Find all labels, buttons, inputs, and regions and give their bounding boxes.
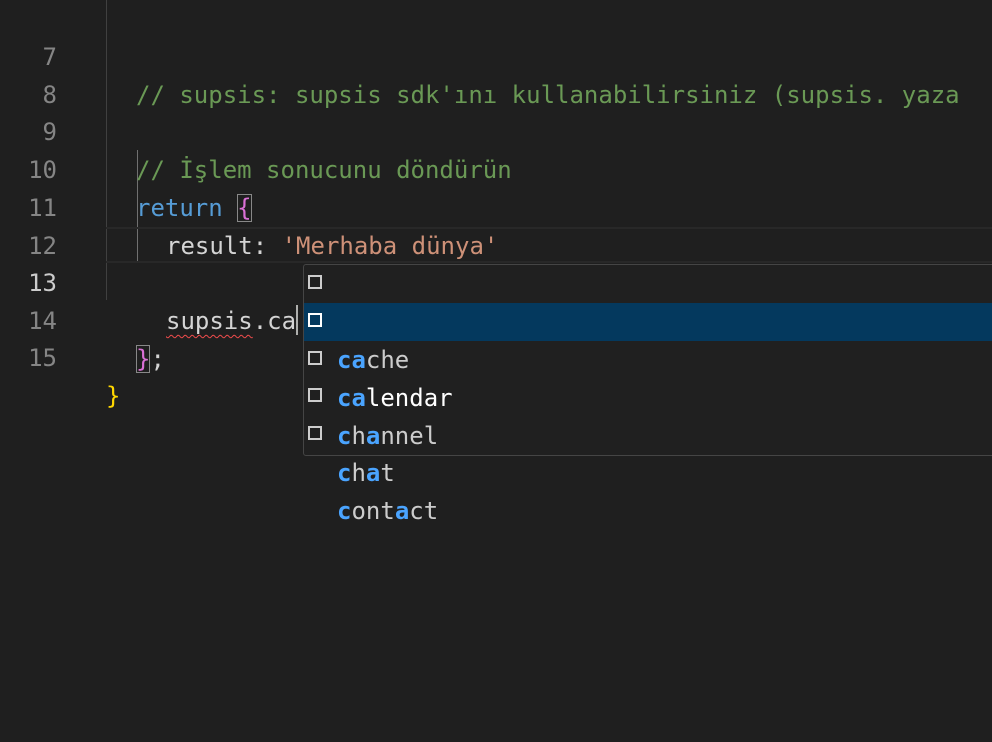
code-line[interactable]: 7 // supsis: supsis sdk'ını kullanabilir… (0, 0, 992, 109)
property-box-icon (308, 275, 322, 289)
code-line[interactable]: 9 // İşlem sonucunu döndürün (0, 75, 992, 184)
property-box-icon (308, 426, 322, 440)
close-brace: } (106, 382, 121, 410)
code-line[interactable]: 11 result: 'Merhaba dünya' (0, 151, 992, 260)
property-box-icon (308, 313, 322, 327)
code-line[interactable]: 10 return { (0, 113, 992, 222)
code-content: }; (136, 340, 165, 378)
code-line-active[interactable]: 13 supsis.ca (0, 226, 992, 335)
suggestion-item-chat[interactable]: chat (304, 378, 992, 487)
code-editor[interactable]: 7 // supsis: supsis sdk'ını kullanabilir… (0, 0, 992, 742)
suggestion-item-cache[interactable]: cache (304, 265, 992, 374)
property-box-icon (308, 351, 322, 365)
semicolon: ; (150, 345, 165, 373)
code-line[interactable]: 8 (0, 38, 992, 109)
property-box-icon (308, 388, 322, 402)
autocomplete-suggestion-list[interactable]: cache calendar channel chat contact (303, 264, 992, 525)
suggestion-label: contact (337, 497, 439, 525)
close-brace: } (136, 345, 151, 373)
suggestion-item-contact[interactable]: contact (304, 416, 992, 525)
suggestion-item-channel[interactable]: channel (304, 341, 992, 450)
line-number: 15 (28, 344, 57, 372)
code-line[interactable]: 12 (0, 189, 992, 260)
suggestion-item-calendar[interactable]: calendar (304, 303, 992, 412)
